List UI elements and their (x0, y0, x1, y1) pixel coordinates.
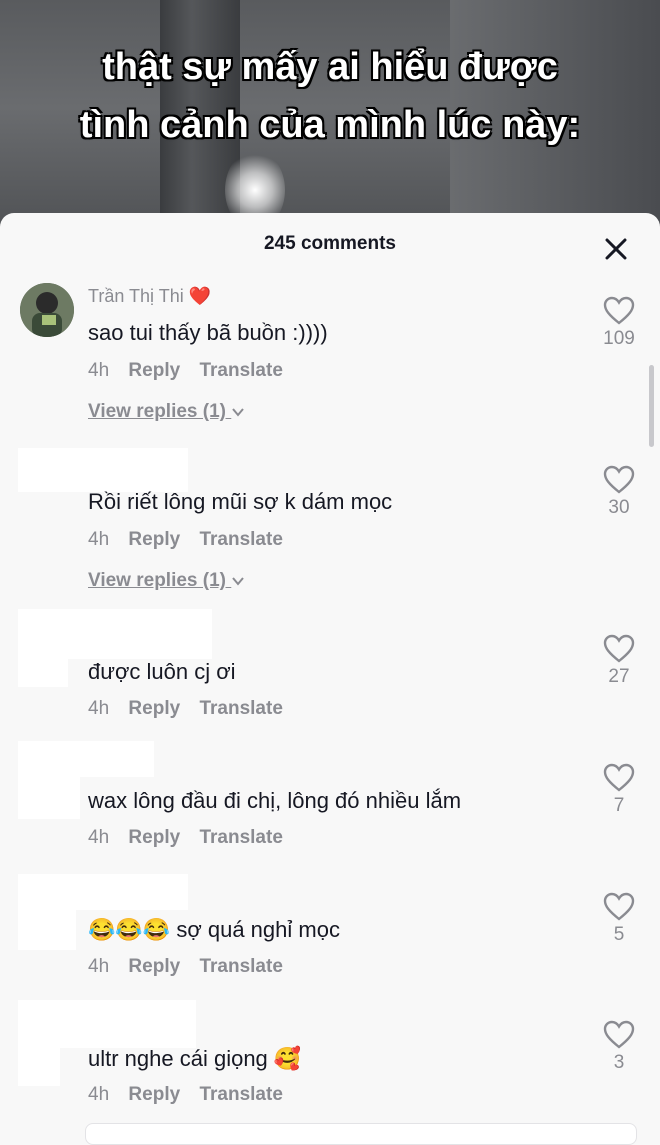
comment-time: 4h (88, 360, 110, 381)
translate-button[interactable]: Translate (199, 1084, 282, 1105)
redacted-user-area (18, 1000, 196, 1048)
reply-button[interactable]: Reply (128, 1084, 180, 1105)
comment-meta: 4h Reply Translate (88, 1084, 297, 1106)
translate-button[interactable]: Translate (199, 360, 282, 381)
smiling-hearts-emoji: 🥰 (273, 1046, 302, 1071)
translate-button[interactable]: Translate (199, 698, 282, 719)
comment-meta: 4h Reply Translate (88, 698, 297, 720)
comment-time: 4h (88, 827, 110, 848)
close-icon (605, 238, 627, 260)
redacted-user-area (18, 874, 188, 910)
comment-text: 😂😂😂 sợ quá nghỉ mọc (88, 917, 340, 943)
reply-button[interactable]: Reply (128, 698, 180, 719)
avatar[interactable] (20, 283, 74, 337)
reply-button[interactable]: Reply (128, 360, 180, 381)
like-button[interactable]: 7 (598, 763, 640, 817)
scrollbar[interactable] (649, 365, 654, 447)
comment-meta: 4h Reply Translate (88, 360, 297, 382)
comment-time: 4h (88, 529, 110, 550)
heart-emoji: ❤️ (188, 286, 212, 306)
view-replies-label: View replies (1) (88, 570, 226, 591)
redacted-user-area (18, 448, 188, 492)
redacted-user-area (18, 908, 76, 950)
close-button[interactable] (600, 233, 632, 265)
chevron-down-icon (232, 577, 245, 586)
heart-outline-icon (603, 465, 635, 494)
like-button[interactable]: 30 (598, 465, 640, 519)
comment-text: được luôn cj ơi (88, 659, 236, 684)
redacted-user-area (18, 1046, 60, 1086)
heart-outline-icon (603, 1020, 635, 1049)
like-count: 3 (613, 1052, 625, 1073)
redacted-user-area (18, 609, 212, 659)
comment-meta: 4h Reply Translate (88, 827, 297, 849)
view-replies-link[interactable]: View replies (1) (88, 401, 245, 423)
like-count: 7 (613, 795, 625, 816)
like-count: 109 (603, 328, 635, 349)
comment-meta: 4h Reply Translate (88, 529, 297, 551)
comment-text: wax lông đầu đi chị, lông đó nhiều lắm (88, 788, 462, 813)
like-count: 27 (608, 666, 630, 687)
view-replies-label: View replies (1) (88, 401, 226, 422)
view-replies-link[interactable]: View replies (1) (88, 570, 245, 592)
comment-time: 4h (88, 1084, 110, 1105)
reply-button[interactable]: Reply (128, 827, 180, 848)
username-text: Trần Thị Thi (88, 286, 184, 306)
translate-button[interactable]: Translate (199, 956, 282, 977)
comment-text: Rồi riết lông mũi sợ k dám mọc (88, 489, 393, 514)
video-caption-line-1: thật sự mấy ai hiểu được (102, 46, 558, 88)
comment-meta: 4h Reply Translate (88, 956, 297, 978)
translate-button[interactable]: Translate (199, 827, 282, 848)
comment-time: 4h (88, 956, 110, 977)
translate-button[interactable]: Translate (199, 529, 282, 550)
reply-button[interactable]: Reply (128, 529, 180, 550)
comment-text: sao tui thấy bã buồn :)))) (88, 320, 328, 345)
laughing-emoji: 😂😂😂 (88, 917, 171, 942)
comment-time: 4h (88, 698, 110, 719)
like-button[interactable]: 109 (598, 296, 640, 350)
heart-outline-icon (603, 763, 635, 792)
comment-text-body: sợ quá nghỉ mọc (176, 917, 340, 942)
video-background[interactable]: thật sự mấy ai hiểu được tình cảnh của m… (0, 0, 660, 240)
reply-button[interactable]: Reply (128, 956, 180, 977)
video-caption-line-2: tình cảnh của mình lúc này: (79, 104, 581, 146)
like-count: 5 (613, 924, 625, 945)
heart-outline-icon (603, 892, 635, 921)
comments-count-title: 245 comments (263, 233, 396, 254)
redacted-user-area (18, 775, 80, 819)
chevron-down-icon (232, 408, 245, 417)
like-button[interactable]: 5 (598, 892, 640, 946)
comment-username[interactable]: Trần Thị Thi ❤️ (88, 286, 211, 307)
heart-outline-icon (603, 296, 635, 325)
comment-input-bar[interactable] (85, 1123, 637, 1145)
comment-text-body: ultr nghe cái giọng (88, 1046, 268, 1071)
like-button[interactable]: 27 (598, 634, 640, 688)
comment-text: ultr nghe cái giọng 🥰 (88, 1046, 301, 1072)
redacted-user-area (18, 741, 154, 777)
redacted-user-area (18, 655, 68, 687)
heart-outline-icon (603, 634, 635, 663)
like-count: 30 (608, 497, 630, 518)
like-button[interactable]: 3 (598, 1020, 640, 1074)
